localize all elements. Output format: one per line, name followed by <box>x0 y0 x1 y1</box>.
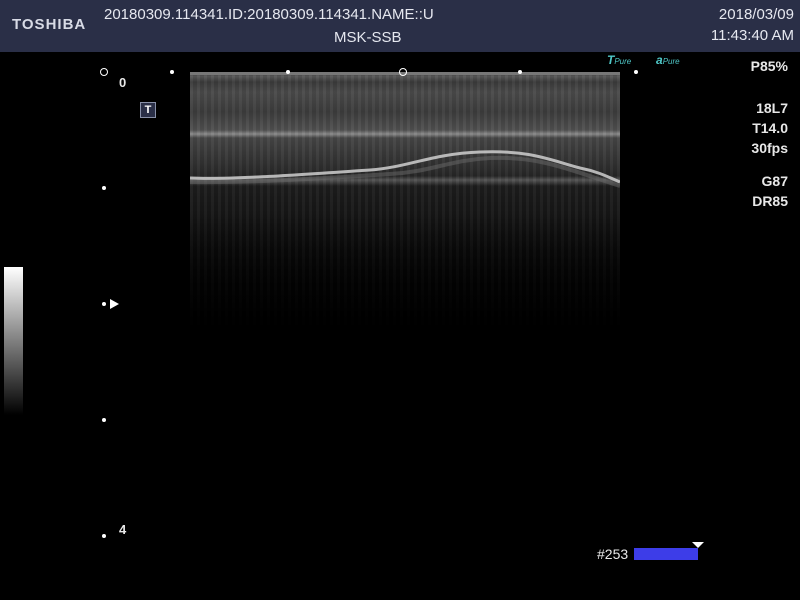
depth-tick <box>102 302 106 306</box>
power-value: P85% <box>750 58 788 74</box>
brand-logo: TOSHIBA <box>12 16 87 33</box>
depth-tick <box>102 534 106 538</box>
exam-date: 2018/03/09 <box>718 6 794 23</box>
exam-time: 11:43:40 AM <box>710 27 794 44</box>
frequency-value: T14.0 <box>752 120 788 136</box>
gain-value: G87 <box>761 173 788 189</box>
depth-label-top: 0 <box>119 75 127 90</box>
frame-rate-value: 30fps <box>751 140 788 156</box>
fascia-echo <box>190 150 620 188</box>
probe-name: 18L7 <box>756 100 788 116</box>
pure-logo-left: TPure <box>607 53 631 67</box>
header-bar: TOSHIBA 20180309.114341.ID:20180309.1143… <box>0 0 800 52</box>
t-marker-label: T <box>141 103 155 117</box>
exam-preset: MSK-SSB <box>334 29 402 46</box>
cine-position-caret-icon[interactable] <box>692 542 704 548</box>
pure-logo-right-mark: a <box>656 53 663 67</box>
frame-number: #253 <box>597 546 629 562</box>
cine-frame-bar[interactable] <box>634 548 698 560</box>
depth-tick <box>102 418 106 422</box>
lateral-marker <box>170 70 174 74</box>
lateral-marker-ring-left <box>100 68 108 76</box>
pure-logo-left-text: Pure <box>614 57 632 66</box>
ultrasound-image <box>190 72 620 542</box>
pure-logo-right-text: Pure <box>662 57 680 66</box>
pure-logo-right: aPure <box>656 53 680 67</box>
depth-label-bottom: 4 <box>119 522 127 537</box>
lateral-marker <box>518 70 522 74</box>
lateral-marker <box>286 70 290 74</box>
grayscale-map-bar <box>4 267 23 415</box>
depth-tick <box>102 186 106 190</box>
lateral-marker <box>634 70 638 74</box>
focus-arrow-icon[interactable] <box>110 299 119 309</box>
lateral-marker-ring-center <box>399 68 407 76</box>
dynamic-range-value: DR85 <box>752 193 788 209</box>
transducer-orientation-icon: T <box>140 102 156 118</box>
patient-id-line: 20180309.114341.ID:20180309.114341.NAME:… <box>104 6 434 23</box>
